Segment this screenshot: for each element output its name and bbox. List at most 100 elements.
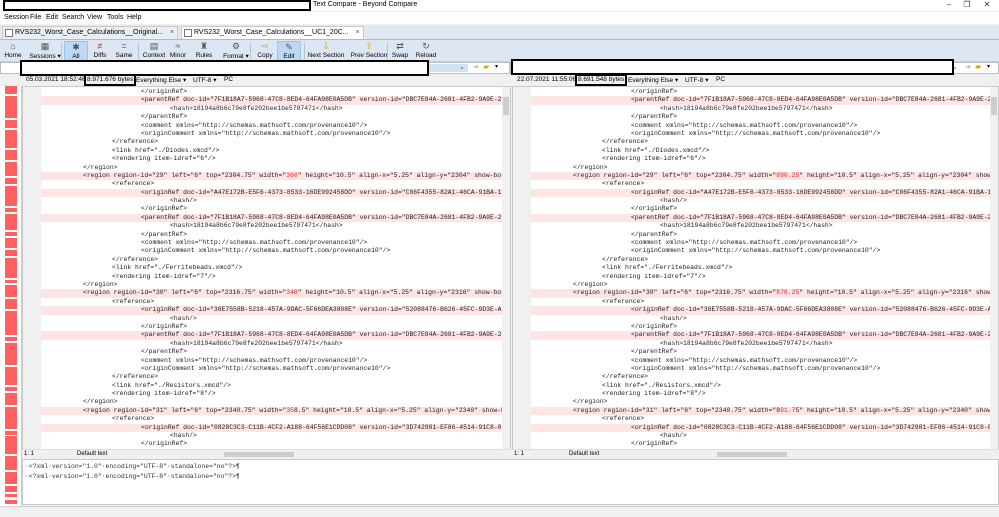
text-line[interactable]: </parentRef> bbox=[41, 231, 502, 239]
text-line[interactable]: <rendering item-idref="6"/> bbox=[531, 155, 990, 163]
text-line[interactable]: </originRef> bbox=[41, 440, 502, 448]
diff-marker[interactable] bbox=[5, 130, 17, 148]
left-horizontal-scrollbar[interactable] bbox=[214, 451, 504, 458]
text-line[interactable]: </reference> bbox=[41, 256, 502, 264]
text-line[interactable]: <reference> bbox=[41, 180, 502, 188]
text-line[interactable]: <originComment xmlns="http://schemas.mat… bbox=[41, 247, 502, 255]
left-encoding-select[interactable]: UTF-8 ▾ bbox=[193, 76, 217, 84]
text-line[interactable]: <reference> bbox=[531, 415, 990, 423]
prev-section-button[interactable]: ⇧ Prev Section bbox=[350, 41, 388, 61]
diff-line[interactable]: ⇨<parentRef doc-id="7F1B18A7-5968-47C8-8… bbox=[41, 96, 502, 105]
text-line[interactable]: </region> bbox=[41, 398, 502, 406]
all-button[interactable]: ✱ All bbox=[64, 41, 88, 61]
tab-original[interactable]: RVS232_Worst_Case_Calculations__Original… bbox=[2, 26, 178, 39]
same-button[interactable]: = Same bbox=[113, 41, 135, 61]
diff-marker[interactable] bbox=[5, 456, 17, 470]
swap-button[interactable]: ⇄ Swap bbox=[390, 41, 410, 61]
diff-marker[interactable] bbox=[5, 285, 17, 297]
text-line[interactable]: <comment xmlns="http://schemas.mathsoft.… bbox=[531, 122, 990, 130]
text-line[interactable]: </reference> bbox=[531, 373, 990, 381]
text-line[interactable]: <rendering item-idref="8"/> bbox=[41, 390, 502, 398]
edit-button[interactable]: ✎ Edit bbox=[277, 41, 301, 61]
text-line[interactable]: <hash>18194a8b6c79e8fe202bee1be5797471</… bbox=[531, 222, 990, 230]
diff-marker[interactable] bbox=[5, 486, 17, 492]
dropdown-arrow-icon[interactable]: ▾ bbox=[987, 63, 990, 70]
diff-marker[interactable] bbox=[5, 232, 17, 236]
text-line[interactable]: </reference> bbox=[41, 373, 502, 381]
text-line[interactable]: <reference> bbox=[41, 415, 502, 423]
diff-line[interactable]: ⇨<originRef doc-id="A47E172B-E5F6-4373-8… bbox=[41, 188, 502, 198]
diff-marker[interactable] bbox=[5, 150, 17, 160]
text-line[interactable]: </parentRef> bbox=[531, 348, 990, 356]
text-line[interactable]: </reference> bbox=[531, 256, 990, 264]
menu-file[interactable]: File bbox=[30, 14, 41, 21]
text-line[interactable]: <hash>18194a8b6c79e8fe202bee1be5797471</… bbox=[41, 222, 502, 230]
text-line[interactable]: <link href="./Diodes.xmcd"/> bbox=[41, 147, 502, 155]
diff-line[interactable]: ⇦<originRef doc-id="0828C3C3-C11B-4CF2-A… bbox=[531, 423, 990, 433]
diff-marker[interactable] bbox=[5, 258, 17, 278]
text-line[interactable]: <hash>18194a8b6c79e8fe202bee1be5797471</… bbox=[531, 105, 990, 113]
text-line[interactable]: <originComment xmlns="http://schemas.mat… bbox=[41, 130, 502, 138]
diff-marker[interactable] bbox=[5, 162, 17, 176]
text-line[interactable]: </originRef> bbox=[41, 88, 502, 96]
text-line[interactable]: <hash/> bbox=[531, 432, 990, 440]
text-line[interactable]: </originRef> bbox=[531, 205, 990, 213]
text-line[interactable]: <rendering item-idref="8"/> bbox=[531, 390, 990, 398]
diff-marker[interactable] bbox=[5, 86, 17, 94]
right-vertical-scrollbar[interactable] bbox=[990, 87, 998, 457]
sessions-button[interactable]: ▦ Sessions ▾ bbox=[28, 41, 62, 61]
text-line[interactable]: </parentRef> bbox=[41, 113, 502, 121]
text-line[interactable]: <comment xmlns="http://schemas.mathsoft.… bbox=[531, 239, 990, 247]
text-line[interactable]: <comment xmlns="http://schemas.mathsoft.… bbox=[41, 122, 502, 130]
text-line[interactable]: <reference> bbox=[41, 298, 502, 306]
diff-marker[interactable] bbox=[5, 500, 17, 504]
diff-line[interactable]: ⇦<parentRef doc-id="7F1B18A7-5968-47C8-8… bbox=[531, 331, 990, 340]
rules-button[interactable]: ♜ Rules bbox=[193, 41, 215, 61]
text-line[interactable]: <reference> bbox=[531, 298, 990, 306]
diff-line[interactable]: ⇨<region region-id="31" left="6" top="23… bbox=[41, 406, 502, 416]
diff-marker[interactable] bbox=[5, 343, 17, 365]
text-line[interactable]: </originRef> bbox=[41, 205, 502, 213]
reload-button[interactable]: ↻ Reload bbox=[414, 41, 438, 61]
text-line[interactable]: <hash>18194a8b6c79e8fe202bee1be5797471</… bbox=[41, 340, 502, 348]
text-line[interactable]: </originRef> bbox=[41, 323, 502, 331]
chevron-down-icon[interactable]: ⌄ bbox=[459, 63, 465, 71]
text-line[interactable]: <link href="./Resistors.xmcd"/> bbox=[531, 382, 990, 390]
scroll-thumb[interactable] bbox=[224, 452, 294, 457]
maximize-button[interactable]: ❐ bbox=[960, 0, 974, 9]
next-section-button[interactable]: ⇩ Next Section bbox=[307, 41, 345, 61]
right-text-pane[interactable]: </originRef>⇦<parentRef doc-id="7F1B18A7… bbox=[512, 86, 999, 458]
diff-marker[interactable] bbox=[5, 337, 17, 341]
format-button[interactable]: ⚙ Format ▾ bbox=[219, 41, 253, 61]
diff-line[interactable]: ⇦<parentRef doc-id="7F1B18A7-5968-47C8-8… bbox=[531, 213, 990, 223]
diff-line[interactable]: ⇦<region region-id="29" left="6" top="23… bbox=[531, 171, 990, 181]
diffs-button[interactable]: ≠ Diffs bbox=[89, 41, 111, 61]
text-line[interactable]: <hash/> bbox=[41, 315, 502, 323]
text-line[interactable]: <originComment xmlns="http://schemas.mat… bbox=[531, 130, 990, 138]
text-line[interactable]: <link href="./Ferritebeads.xmcd"/> bbox=[531, 264, 990, 272]
diff-marker[interactable] bbox=[5, 407, 17, 429]
dropdown-arrow-icon[interactable]: ▾ bbox=[495, 63, 498, 70]
text-line[interactable]: </originRef> bbox=[531, 88, 990, 96]
scroll-thumb[interactable] bbox=[991, 97, 997, 115]
diff-line[interactable]: ⇨<parentRef doc-id="7F1B18A7-5968-47C8-8… bbox=[41, 213, 502, 223]
text-line[interactable]: </reference> bbox=[41, 138, 502, 146]
minimize-button[interactable]: – bbox=[942, 0, 956, 9]
browse-arrow-icon[interactable]: ➔ bbox=[965, 63, 971, 71]
text-line[interactable]: </region> bbox=[41, 164, 502, 172]
text-line[interactable]: <comment xmlns="http://schemas.mathsoft.… bbox=[531, 357, 990, 365]
text-line[interactable]: </region> bbox=[531, 398, 990, 406]
left-line-ending[interactable]: PC bbox=[224, 76, 233, 83]
text-line[interactable]: </region> bbox=[41, 281, 502, 289]
folder-icon[interactable]: ▰ bbox=[483, 62, 489, 71]
text-line[interactable]: <hash>18194a8b6c79e8fe202bee1be5797471</… bbox=[41, 105, 502, 113]
diff-line[interactable]: ⇦<region region-id="30" left="6" top="23… bbox=[531, 289, 990, 298]
text-line[interactable]: <link href="./Diodes.xmcd"/> bbox=[531, 147, 990, 155]
diff-marker[interactable] bbox=[5, 208, 17, 212]
text-line[interactable]: <link href="./Ferritebeads.xmcd"/> bbox=[41, 264, 502, 272]
diff-marker[interactable] bbox=[5, 387, 17, 391]
diff-marker[interactable] bbox=[5, 299, 17, 309]
text-line[interactable]: <rendering item-idref="7"/> bbox=[531, 273, 990, 281]
left-text-pane[interactable]: </originRef>⇨<parentRef doc-id="7F1B18A7… bbox=[22, 86, 511, 458]
diff-thumbnail-strip[interactable] bbox=[0, 86, 22, 506]
